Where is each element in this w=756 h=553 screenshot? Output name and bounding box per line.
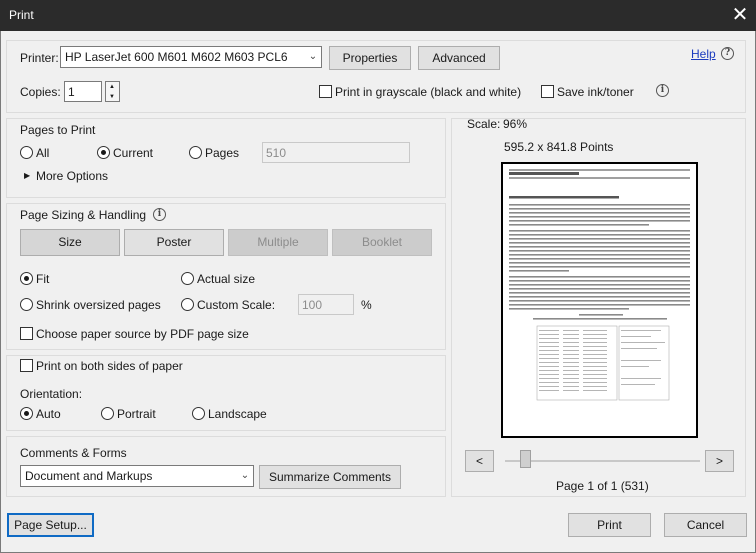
pages-to-print-heading: Pages to Print [20, 123, 96, 137]
close-icon[interactable]: ✕ [729, 4, 751, 26]
page-preview-content [509, 169, 690, 401]
scale-value: 96% [503, 117, 528, 131]
page-slider-thumb[interactable] [520, 450, 531, 468]
radio-current-label: Current [113, 146, 154, 160]
properties-button[interactable]: Properties [329, 46, 411, 70]
radio-actual-size[interactable] [181, 272, 194, 285]
summarize-comments-button[interactable]: Summarize Comments [259, 465, 401, 489]
page-preview [501, 162, 698, 438]
title-bar: Print ✕ [0, 0, 756, 31]
radio-shrink-label: Shrink oversized pages [36, 298, 161, 312]
radio-portrait[interactable] [101, 407, 114, 420]
spin-up-icon[interactable]: ▲ [109, 82, 115, 92]
radio-pages-label: Pages [205, 146, 240, 160]
printer-select[interactable]: HP LaserJet 600 M601 M602 M603 PCL6 ⌄ [60, 46, 322, 68]
radio-auto-label: Auto [36, 407, 61, 421]
grayscale-label: Print in grayscale (black and white) [335, 85, 522, 99]
comments-heading: Comments & Forms [20, 446, 127, 460]
grayscale-checkbox[interactable] [319, 85, 332, 98]
page-dimensions: 595.2 x 841.8 Points [504, 140, 614, 154]
tab-multiple[interactable]: Multiple [228, 229, 328, 256]
page-slider-track[interactable] [505, 460, 700, 462]
both-sides-label: Print on both sides of paper [36, 359, 183, 373]
page-sizing-heading: Page Sizing & Handling [20, 208, 147, 222]
tab-poster[interactable]: Poster [124, 229, 224, 256]
window-title: Print [9, 8, 34, 22]
info-icon[interactable]: i [153, 208, 166, 221]
pages-range-input[interactable]: 510 [262, 142, 410, 163]
radio-all[interactable] [20, 146, 33, 159]
chevron-down-icon: ⌄ [236, 466, 253, 486]
radio-landscape-label: Landscape [208, 407, 267, 421]
more-options-toggle[interactable]: More Options [36, 169, 108, 183]
orientation-label: Orientation: [20, 387, 83, 401]
copies-label: Copies: [20, 85, 61, 99]
chevron-down-icon: ⌄ [304, 47, 321, 67]
radio-fit[interactable] [20, 272, 33, 285]
radio-custom-scale[interactable] [181, 298, 194, 311]
radio-custom-scale-label: Custom Scale: [197, 298, 276, 312]
radio-auto[interactable] [20, 407, 33, 420]
radio-landscape[interactable] [192, 407, 205, 420]
scale-label: Scale: [467, 117, 501, 131]
tab-size[interactable]: Size [20, 229, 120, 256]
paper-source-label: Choose paper source by PDF page size [36, 327, 249, 341]
cancel-button[interactable]: Cancel [664, 513, 747, 537]
radio-portrait-label: Portrait [117, 407, 156, 421]
radio-all-label: All [36, 146, 50, 160]
radio-current[interactable] [97, 146, 110, 159]
spin-down-icon[interactable]: ▼ [109, 92, 115, 102]
save-ink-label: Save ink/toner [557, 85, 634, 99]
custom-scale-input[interactable]: 100 [298, 294, 354, 315]
info-icon[interactable]: i [656, 84, 669, 97]
paper-source-checkbox[interactable] [20, 327, 33, 340]
radio-shrink[interactable] [20, 298, 33, 311]
help-link[interactable]: Help [691, 47, 716, 61]
tab-booklet[interactable]: Booklet [332, 229, 432, 256]
save-ink-checkbox[interactable] [541, 85, 554, 98]
print-button[interactable]: Print [568, 513, 651, 537]
both-sides-checkbox[interactable] [20, 359, 33, 372]
help-icon[interactable]: ? [721, 47, 734, 60]
printer-selected-value: HP LaserJet 600 M601 M602 M603 PCL6 [65, 50, 288, 64]
page-setup-button[interactable]: Page Setup... [7, 513, 94, 537]
previous-page-button[interactable]: < [465, 450, 494, 472]
printer-label: Printer: [20, 51, 59, 65]
expand-arrow-icon[interactable]: ▶ [24, 171, 30, 180]
copies-stepper[interactable]: ▲ ▼ [105, 81, 120, 102]
radio-actual-size-label: Actual size [197, 272, 256, 286]
next-page-button[interactable]: > [705, 450, 734, 472]
comments-select[interactable]: Document and Markups ⌄ [20, 465, 254, 487]
comments-selected-value: Document and Markups [25, 469, 153, 483]
radio-pages[interactable] [189, 146, 202, 159]
page-status: Page 1 of 1 (531) [556, 479, 649, 493]
advanced-button[interactable]: Advanced [418, 46, 500, 70]
copies-input[interactable]: 1 [64, 81, 102, 102]
radio-fit-label: Fit [36, 272, 50, 286]
percent-label: % [361, 298, 372, 312]
